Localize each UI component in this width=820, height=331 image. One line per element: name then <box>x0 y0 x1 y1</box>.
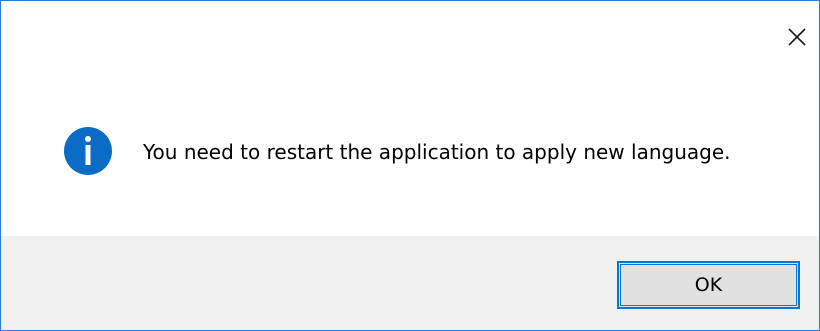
message-dialog: You need to restart the application to a… <box>0 0 820 331</box>
title-bar <box>1 1 819 69</box>
dialog-message: You need to restart the application to a… <box>143 140 731 164</box>
close-button[interactable] <box>779 19 815 55</box>
close-icon <box>788 28 806 46</box>
info-icon <box>64 127 112 175</box>
ok-button[interactable]: OK <box>617 261 800 309</box>
dialog-content: You need to restart the application to a… <box>1 69 819 235</box>
dialog-footer: OK <box>1 236 819 330</box>
